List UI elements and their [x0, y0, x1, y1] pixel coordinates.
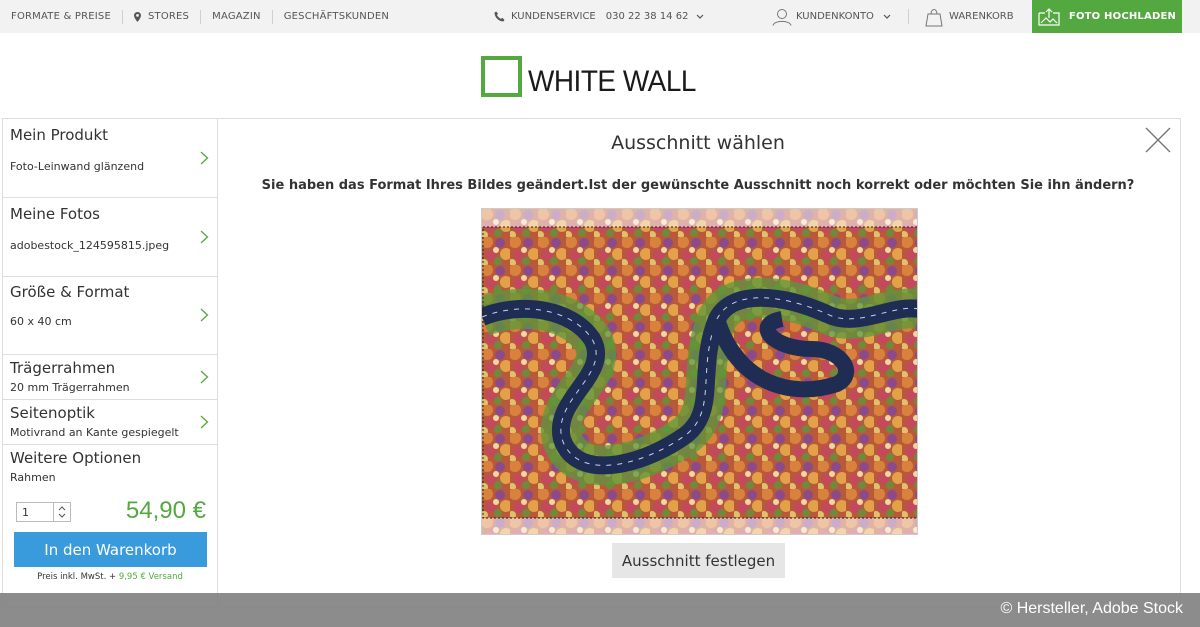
option-value: Rahmen	[10, 471, 56, 484]
chevron-right-icon	[200, 370, 209, 384]
option-value: 20 mm Trägerrahmen	[10, 381, 130, 394]
option-side-finish[interactable]: Seitenoptik Motivrand an Kante gespiegel…	[3, 400, 217, 445]
option-title: Größe & Format	[10, 283, 130, 301]
customer-service-phone: 030 22 38 14 62	[605, 11, 689, 22]
customer-service-label: KUNDENSERVICE	[511, 11, 596, 22]
upload-photo-label: FOTO HOCHLADEN	[1068, 11, 1177, 22]
spin-up-down-icon	[58, 506, 66, 518]
nav-magazine[interactable]: MAGAZIN	[201, 9, 273, 24]
divider	[908, 9, 909, 24]
phone-icon	[494, 11, 505, 22]
customer-service-menu[interactable]: KUNDENSERVICE 030 22 38 14 62	[494, 0, 704, 33]
whitewall-logo[interactable]: WHITE WALL	[481, 55, 709, 98]
option-title: Mein Produkt	[10, 126, 109, 144]
chevron-right-icon	[200, 151, 209, 165]
option-value: Motivrand an Kante gespiegelt	[10, 426, 179, 439]
quantity-stepper[interactable]: 1	[16, 502, 71, 522]
nav-stores[interactable]: STORES	[123, 9, 202, 24]
option-title: Meine Fotos	[10, 205, 100, 223]
shopping-bag-icon	[925, 8, 943, 26]
close-icon[interactable]	[1145, 127, 1171, 153]
quantity-spin-buttons[interactable]	[53, 503, 70, 521]
option-more-options[interactable]: Weitere Optionen Rahmen	[3, 445, 217, 490]
customer-account-label: KUNDENKONTO	[796, 11, 874, 22]
option-product[interactable]: Mein Produkt Foto-Leinwand glänzend	[3, 119, 217, 198]
product-configuration-panel: Mein Produkt Foto-Leinwand glänzend Mein…	[2, 118, 218, 608]
main-menu: FORMATE & PREISE STORES MAGAZIN GESCHÄFT…	[0, 0, 400, 33]
image-credit-bar: © Hersteller, Adobe Stock	[0, 593, 1200, 627]
top-navigation: FORMATE & PREISE STORES MAGAZIN GESCHÄFT…	[0, 0, 1200, 33]
nav-business-customers[interactable]: GESCHÄFTSKUNDEN	[273, 10, 400, 24]
chevron-right-icon	[200, 230, 209, 244]
image-credit-text: © Hersteller, Adobe Stock	[1000, 600, 1183, 617]
option-title: Trägerrahmen	[10, 359, 116, 377]
upload-photo-button[interactable]: FOTO HOCHLADEN	[1032, 0, 1182, 33]
option-stretcher-frame[interactable]: Trägerrahmen 20 mm Trägerrahmen	[3, 355, 217, 400]
option-title: Seitenoptik	[10, 404, 95, 422]
price-info-text: Preis inkl. MwSt. +	[37, 572, 117, 582]
option-value: 60 x 40 cm	[10, 315, 72, 328]
option-value: Foto-Leinwand glänzend	[10, 160, 145, 173]
chevron-down-icon	[697, 14, 704, 19]
option-title: Weitere Optionen	[10, 449, 142, 467]
dialog-title: Ausschnitt wählen	[611, 132, 785, 154]
chevron-down-icon	[883, 14, 891, 19]
shipping-cost-link[interactable]: 9,95 € Versand	[119, 572, 183, 582]
user-icon	[772, 8, 792, 26]
customer-account-menu[interactable]: KUNDENKONTO	[772, 0, 891, 33]
price-info: Preis inkl. MwSt. + 9,95 € Versand	[3, 572, 217, 582]
price: 54,90 €	[125, 497, 206, 524]
logo-text: WHITE WALL	[528, 65, 696, 98]
option-value: adobestock_124595815.jpeg	[10, 239, 170, 252]
quantity-value: 1	[22, 506, 29, 519]
logo-square-icon	[481, 55, 522, 97]
crop-image-area[interactable]	[481, 208, 918, 535]
nav-formats-prices[interactable]: FORMATE & PREISE	[0, 9, 123, 24]
crop-dialog: Ausschnitt wählen Sie haben das Format I…	[218, 118, 1181, 608]
confirm-crop-button[interactable]: Ausschnitt festlegen	[612, 543, 785, 578]
option-photos[interactable]: Meine Fotos adobestock_124595815.jpeg	[3, 198, 217, 277]
option-size-format[interactable]: Größe & Format 60 x 40 cm	[3, 277, 217, 355]
cart-link[interactable]: WARENKORB	[925, 0, 1014, 33]
location-pin-icon	[133, 12, 141, 22]
dialog-message: Sie haben das Format Ihres Bildes geände…	[261, 178, 1135, 193]
chevron-right-icon	[200, 308, 209, 322]
autumn-forest-road-photo	[482, 209, 917, 534]
add-to-cart-button[interactable]: In den Warenkorb	[14, 532, 207, 567]
cart-label: WARENKORB	[949, 11, 1014, 22]
chevron-right-icon	[200, 415, 209, 429]
upload-image-icon	[1038, 7, 1060, 26]
